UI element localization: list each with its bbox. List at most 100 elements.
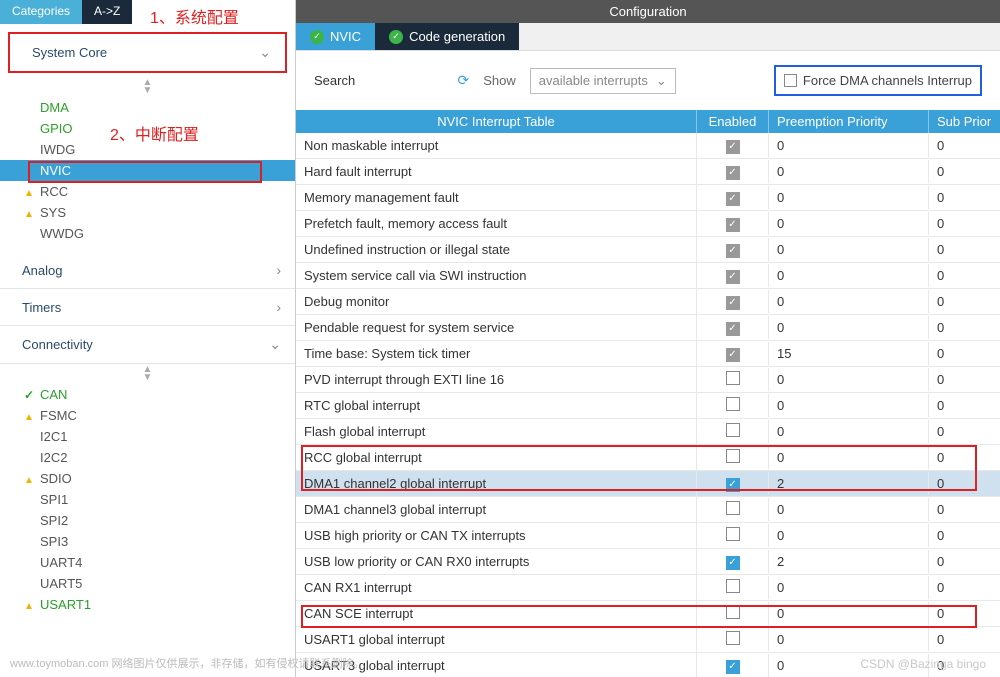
cell-preemption[interactable]: 0 [768,576,928,599]
table-row[interactable]: Non maskable interrupt00 [296,133,1000,159]
sidebar-item-dma[interactable]: DMA [0,97,295,118]
cell-sub[interactable]: 0 [928,342,1000,365]
cell-enabled[interactable] [696,211,768,236]
cell-enabled[interactable] [696,653,768,677]
sidebar-item-i2c1[interactable]: I2C1 [0,426,295,447]
sidebar-item-spi1[interactable]: SPI1 [0,489,295,510]
group-connectivity[interactable]: Connectivity ⌄ [0,326,295,363]
group-system-core[interactable]: System Core ⌄ [10,34,285,71]
table-row[interactable]: DMA1 channel2 global interrupt20 [296,471,1000,497]
cell-sub[interactable]: 0 [928,420,1000,443]
cell-enabled[interactable] [696,133,768,158]
sidebar-item-fsmc[interactable]: FSMC [0,405,295,426]
cell-enabled[interactable] [696,523,768,548]
sidebar-item-sys[interactable]: SYS [0,202,295,223]
cell-enabled[interactable] [696,445,768,470]
cell-sub[interactable]: 0 [928,602,1000,625]
cell-preemption[interactable]: 2 [768,472,928,495]
table-row[interactable]: Debug monitor00 [296,289,1000,315]
sidebar-item-nvic[interactable]: NVIC [0,160,295,181]
cell-preemption[interactable]: 15 [768,342,928,365]
cell-enabled[interactable] [696,497,768,522]
cell-sub[interactable]: 0 [928,160,1000,183]
sidebar-item-uart5[interactable]: UART5 [0,573,295,594]
cell-sub[interactable]: 0 [928,238,1000,261]
sidebar-item-uart4[interactable]: UART4 [0,552,295,573]
table-row[interactable]: USART1 global interrupt00 [296,627,1000,653]
cell-enabled[interactable] [696,185,768,210]
cell-enabled[interactable] [696,289,768,314]
cell-enabled[interactable] [696,575,768,600]
cell-sub[interactable]: 0 [928,186,1000,209]
show-select[interactable]: available interrupts ⌄ [530,68,676,94]
group-analog[interactable]: Analog › [0,252,295,288]
cell-sub[interactable]: 0 [928,446,1000,469]
search-refresh-icon[interactable]: ⟳ [369,72,469,89]
table-row[interactable]: RCC global interrupt00 [296,445,1000,471]
cell-sub[interactable]: 0 [928,498,1000,521]
cell-enabled[interactable] [696,367,768,392]
table-row[interactable]: CAN RX1 interrupt00 [296,575,1000,601]
cell-preemption[interactable]: 0 [768,316,928,339]
sidebar-item-sdio[interactable]: SDIO [0,468,295,489]
cell-sub[interactable]: 0 [928,576,1000,599]
cell-enabled[interactable] [696,263,768,288]
cell-preemption[interactable]: 0 [768,602,928,625]
sidebar-item-wwdg[interactable]: WWDG [0,223,295,244]
cell-preemption[interactable]: 2 [768,550,928,573]
group-timers[interactable]: Timers › [0,289,295,325]
table-row[interactable]: CAN SCE interrupt00 [296,601,1000,627]
cell-sub[interactable]: 0 [928,472,1000,495]
sidebar-item-gpio[interactable]: GPIO [0,118,295,139]
table-row[interactable]: Flash global interrupt00 [296,419,1000,445]
cell-sub[interactable]: 0 [928,212,1000,235]
table-row[interactable]: Prefetch fault, memory access fault00 [296,211,1000,237]
cell-enabled[interactable] [696,471,768,496]
cell-preemption[interactable]: 0 [768,420,928,443]
cell-enabled[interactable] [696,341,768,366]
sidebar-item-i2c2[interactable]: I2C2 [0,447,295,468]
cell-sub[interactable]: 0 [928,394,1000,417]
cell-enabled[interactable] [696,601,768,626]
force-dma-checkbox-group[interactable]: Force DMA channels Interrup [774,65,982,96]
cell-enabled[interactable] [696,159,768,184]
table-row[interactable]: USB high priority or CAN TX interrupts00 [296,523,1000,549]
table-row[interactable]: Time base: System tick timer150 [296,341,1000,367]
sidebar-item-usart1[interactable]: USART1 [0,594,295,615]
cell-preemption[interactable]: 0 [768,446,928,469]
cell-sub[interactable]: 0 [928,264,1000,287]
cell-sub[interactable]: 0 [928,368,1000,391]
table-row[interactable]: PVD interrupt through EXTI line 1600 [296,367,1000,393]
cell-sub[interactable]: 0 [928,134,1000,157]
table-row[interactable]: Hard fault interrupt00 [296,159,1000,185]
cell-sub[interactable]: 0 [928,628,1000,651]
cell-enabled[interactable] [696,315,768,340]
tab-categories[interactable]: Categories [0,0,82,24]
table-row[interactable]: USB low priority or CAN RX0 interrupts20 [296,549,1000,575]
cell-sub[interactable]: 0 [928,524,1000,547]
cell-preemption[interactable]: 0 [768,394,928,417]
cell-enabled[interactable] [696,237,768,262]
cell-preemption[interactable]: 0 [768,238,928,261]
tab-a-z[interactable]: A->Z [82,0,132,24]
table-row[interactable]: Pendable request for system service00 [296,315,1000,341]
sidebar-item-spi2[interactable]: SPI2 [0,510,295,531]
cell-preemption[interactable]: 0 [768,186,928,209]
sidebar-item-iwdg[interactable]: IWDG [0,139,295,160]
sidebar-item-can[interactable]: CAN [0,384,295,405]
cell-preemption[interactable]: 0 [768,628,928,651]
cell-preemption[interactable]: 0 [768,160,928,183]
table-row[interactable]: Memory management fault00 [296,185,1000,211]
sort-icon[interactable]: ▲▼ [0,77,295,97]
cell-enabled[interactable] [696,393,768,418]
table-row[interactable]: System service call via SWI instruction0… [296,263,1000,289]
cell-enabled[interactable] [696,419,768,444]
tab-nvic[interactable]: ✓ NVIC [296,23,375,50]
cell-preemption[interactable]: 0 [768,264,928,287]
cell-sub[interactable]: 0 [928,290,1000,313]
cell-preemption[interactable]: 0 [768,212,928,235]
cell-preemption[interactable]: 0 [768,498,928,521]
cell-preemption[interactable]: 0 [768,524,928,547]
tab-code-generation[interactable]: ✓ Code generation [375,23,519,50]
cell-sub[interactable]: 0 [928,550,1000,573]
